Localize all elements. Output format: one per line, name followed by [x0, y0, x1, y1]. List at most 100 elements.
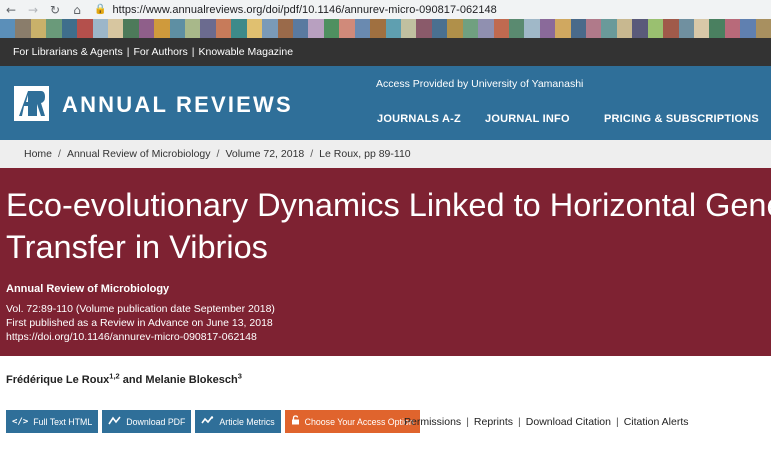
- author-list: Frédérique Le Roux1,2 and Melanie Blokes…: [6, 371, 242, 386]
- stripe-segment: [107, 19, 124, 38]
- site-header: ANNUAL REVIEWS Access Provided by Univer…: [0, 66, 771, 140]
- choose-access-option-label: Choose Your Access Option: [304, 416, 414, 427]
- article-actions: </> Full Text HTML Download PDF Article …: [6, 410, 424, 433]
- reload-icon[interactable]: ↻: [44, 0, 66, 19]
- stripe-segment: [277, 19, 294, 38]
- access-provider-text: Access Provided by University of Yamanas…: [376, 78, 584, 90]
- stripe-segment: [755, 19, 771, 38]
- stripe-segment: [570, 19, 587, 38]
- stripe-segment: [678, 19, 694, 38]
- breadcrumb-separator: /: [310, 148, 314, 160]
- stripe-segment: [493, 19, 509, 38]
- article-metrics-label: Article Metrics: [219, 416, 275, 427]
- download-citation-link[interactable]: Download Citation: [526, 416, 611, 428]
- stripe-segment: [601, 19, 617, 38]
- stripe-segment: [46, 19, 62, 38]
- stripe-segment: [308, 19, 324, 38]
- main-navigation: JOURNALS A-Z JOURNAL INFO PRICING & SUBS…: [0, 113, 771, 131]
- breadcrumb-article: Le Roux, pp 89-110: [319, 148, 411, 160]
- decorative-color-stripe: [0, 19, 771, 38]
- stripe-segment: [539, 19, 556, 38]
- back-arrow-icon[interactable]: ←: [0, 0, 22, 19]
- stripe-segment: [61, 19, 78, 38]
- volume-info: Vol. 72:89-110 (Volume publication date …: [6, 303, 275, 315]
- lock-icon: 🔒: [94, 4, 107, 15]
- breadcrumb-journal[interactable]: Annual Review of Microbiology: [67, 148, 211, 160]
- stripe-segment: [138, 19, 155, 38]
- author-name[interactable]: Melanie Blokesch: [145, 374, 237, 386]
- full-text-html-button[interactable]: </> Full Text HTML: [6, 410, 99, 433]
- stripe-segment: [524, 19, 540, 38]
- stripe-segment: [262, 19, 278, 38]
- link-separator: |: [466, 415, 469, 428]
- link-librarians-agents[interactable]: For Librarians & Agents: [13, 46, 123, 58]
- link-knowable-magazine[interactable]: Knowable Magazine: [198, 46, 293, 58]
- article-title-line-1: Eco-evolutionary Dynamics Linked to Hori…: [6, 187, 771, 223]
- pdf-icon: [108, 416, 121, 428]
- stripe-segment: [246, 19, 263, 38]
- url-text[interactable]: https://www.annualreviews.org/doi/pdf/10…: [112, 4, 496, 16]
- home-icon[interactable]: ⌂: [66, 0, 88, 19]
- author-affiliation-marker: 3: [237, 371, 242, 381]
- stripe-segment: [416, 19, 432, 38]
- download-pdf-label: Download PDF: [126, 416, 186, 427]
- code-icon: </>: [12, 416, 29, 427]
- stripe-segment: [693, 19, 710, 38]
- full-text-html-label: Full Text HTML: [33, 416, 93, 427]
- nav-pricing-subscriptions[interactable]: PRICING & SUBSCRIPTIONS: [604, 113, 759, 125]
- stripe-segment: [663, 19, 679, 38]
- link-separator: |: [191, 46, 195, 58]
- stripe-segment: [231, 19, 247, 38]
- author-name[interactable]: Frédérique Le Roux: [6, 374, 109, 386]
- choose-access-option-button[interactable]: Choose Your Access Option: [284, 410, 420, 433]
- address-bar[interactable]: 🔒 https://www.annualreviews.org/doi/pdf/…: [94, 0, 497, 19]
- stripe-segment: [370, 19, 386, 38]
- stripe-segment: [508, 19, 525, 38]
- stripe-segment: [354, 19, 371, 38]
- forward-arrow-icon[interactable]: →: [22, 0, 44, 19]
- stripe-segment: [462, 19, 479, 38]
- stripe-segment: [647, 19, 664, 38]
- stripe-segment: [616, 19, 633, 38]
- stripe-segment: [154, 19, 170, 38]
- stripe-segment: [77, 19, 93, 38]
- link-separator: |: [126, 46, 130, 58]
- article-header: Eco-evolutionary Dynamics Linked to Hori…: [0, 168, 771, 356]
- stripe-segment: [92, 19, 108, 38]
- breadcrumb-separator: /: [216, 148, 220, 160]
- stripe-segment: [339, 19, 355, 38]
- link-for-authors[interactable]: For Authors: [133, 46, 187, 58]
- permissions-link[interactable]: Permissions: [404, 416, 461, 428]
- stripe-segment: [323, 19, 340, 38]
- stripe-segment: [740, 19, 756, 38]
- breadcrumb-home[interactable]: Home: [24, 148, 52, 160]
- unlock-icon: [291, 415, 300, 428]
- stripe-segment: [169, 19, 186, 38]
- author-affiliation-marker: 1,2: [109, 371, 120, 381]
- nav-journal-info[interactable]: JOURNAL INFO: [485, 113, 570, 125]
- stripe-segment: [447, 19, 463, 38]
- download-pdf-button[interactable]: Download PDF: [102, 410, 192, 433]
- article-title: Eco-evolutionary Dynamics Linked to Hori…: [6, 184, 771, 268]
- breadcrumb-volume[interactable]: Volume 72, 2018: [225, 148, 304, 160]
- article-title-line-2: Transfer in Vibrios: [6, 229, 268, 265]
- nav-journals-a-z[interactable]: JOURNALS A-Z: [377, 113, 461, 125]
- top-utility-links: For Librarians & Agents | For Authors | …: [0, 38, 771, 66]
- stripe-segment: [15, 19, 31, 38]
- stripe-segment: [30, 19, 47, 38]
- link-separator: |: [518, 415, 521, 428]
- doi-link[interactable]: https://doi.org/10.1146/annurev-micro-09…: [6, 331, 257, 343]
- link-separator: |: [615, 415, 619, 428]
- browser-toolbar: ← → ↻ ⌂ 🔒 https://www.annualreviews.org/…: [0, 0, 771, 19]
- stripe-segment: [0, 19, 16, 38]
- reprints-link[interactable]: Reprints: [474, 416, 513, 428]
- metrics-chart-icon: [201, 415, 214, 428]
- breadcrumb-separator: /: [58, 148, 61, 160]
- article-metrics-button[interactable]: Article Metrics: [195, 410, 281, 433]
- stripe-segment: [385, 19, 401, 38]
- journal-name[interactable]: Annual Review of Microbiology: [6, 283, 169, 295]
- citation-alerts-link[interactable]: Citation Alerts: [624, 416, 689, 428]
- stripe-segment: [478, 19, 494, 38]
- stripe-segment: [185, 19, 201, 38]
- stripe-segment: [555, 19, 571, 38]
